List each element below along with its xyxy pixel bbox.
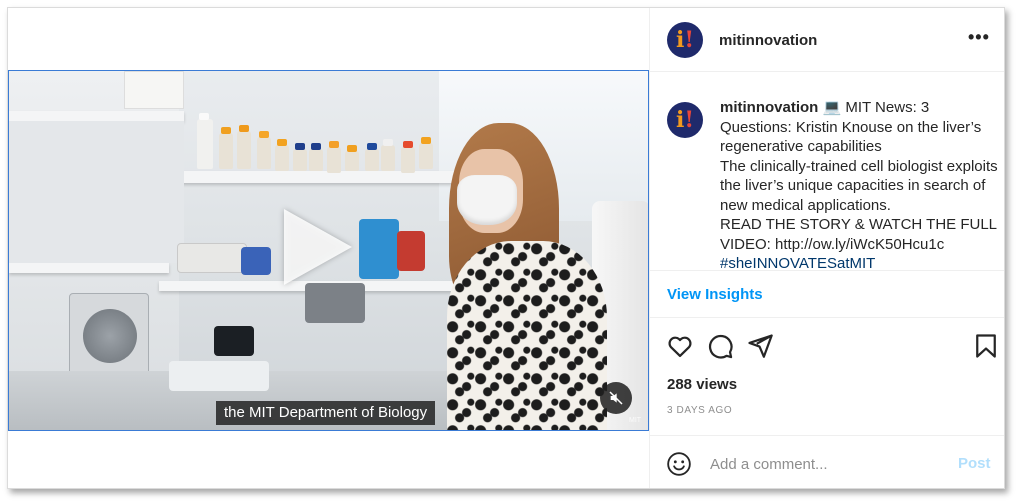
muted-speaker-icon (609, 391, 623, 405)
view-insights-link[interactable]: View Insights (667, 286, 763, 303)
post-header: i! mitinnovation ••• (650, 8, 1004, 72)
views-count[interactable]: 288 views (667, 376, 737, 393)
mit-innovation-logo: i! (675, 107, 695, 133)
caption-hashtag[interactable]: #sheINNOVATESatMIT (720, 255, 875, 270)
video-player[interactable]: the MIT Department of Biology MIT (8, 70, 649, 431)
post-caption: i! mitinnovation 💻 MIT News: 3 Questions… (650, 72, 1004, 270)
heart-icon[interactable] (666, 332, 694, 360)
post-date[interactable]: 3 DAYS AGO (667, 405, 732, 416)
comment-bar: Post (650, 435, 1004, 488)
video-subtitle: the MIT Department of Biology (216, 401, 436, 425)
mit-innovation-logo: i! (675, 27, 695, 53)
post-details-panel: i! mitinnovation ••• i! mitinnovation 💻 … (649, 8, 1004, 488)
post-comment-button[interactable]: Post (958, 455, 991, 472)
action-bar (650, 328, 1004, 368)
mute-button[interactable] (600, 382, 632, 414)
header-username[interactable]: mitinnovation (719, 32, 817, 49)
avatar[interactable]: i! (667, 22, 703, 58)
caption-text: mitinnovation 💻 MIT News: 3 Questions: K… (720, 98, 1002, 270)
emoji-icon[interactable] (666, 451, 692, 477)
play-icon[interactable] (284, 209, 352, 285)
caption-username[interactable]: mitinnovation (720, 99, 818, 116)
caption-description: The clinically-trained cell biologist ex… (720, 157, 998, 214)
caption-avatar[interactable]: i! (667, 102, 703, 138)
instagram-post-window: the MIT Department of Biology MIT i! mit… (7, 7, 1005, 489)
comment-icon[interactable] (706, 332, 734, 360)
caption-cta: READ THE STORY & WATCH THE FULL VIDEO: h… (720, 216, 997, 253)
insights-bar: View Insights (650, 270, 1004, 318)
video-watermark: MIT (629, 417, 642, 424)
more-options-icon[interactable]: ••• (968, 27, 990, 48)
bookmark-icon[interactable] (972, 332, 1000, 360)
send-icon[interactable] (746, 332, 774, 360)
comment-input[interactable] (710, 453, 940, 475)
